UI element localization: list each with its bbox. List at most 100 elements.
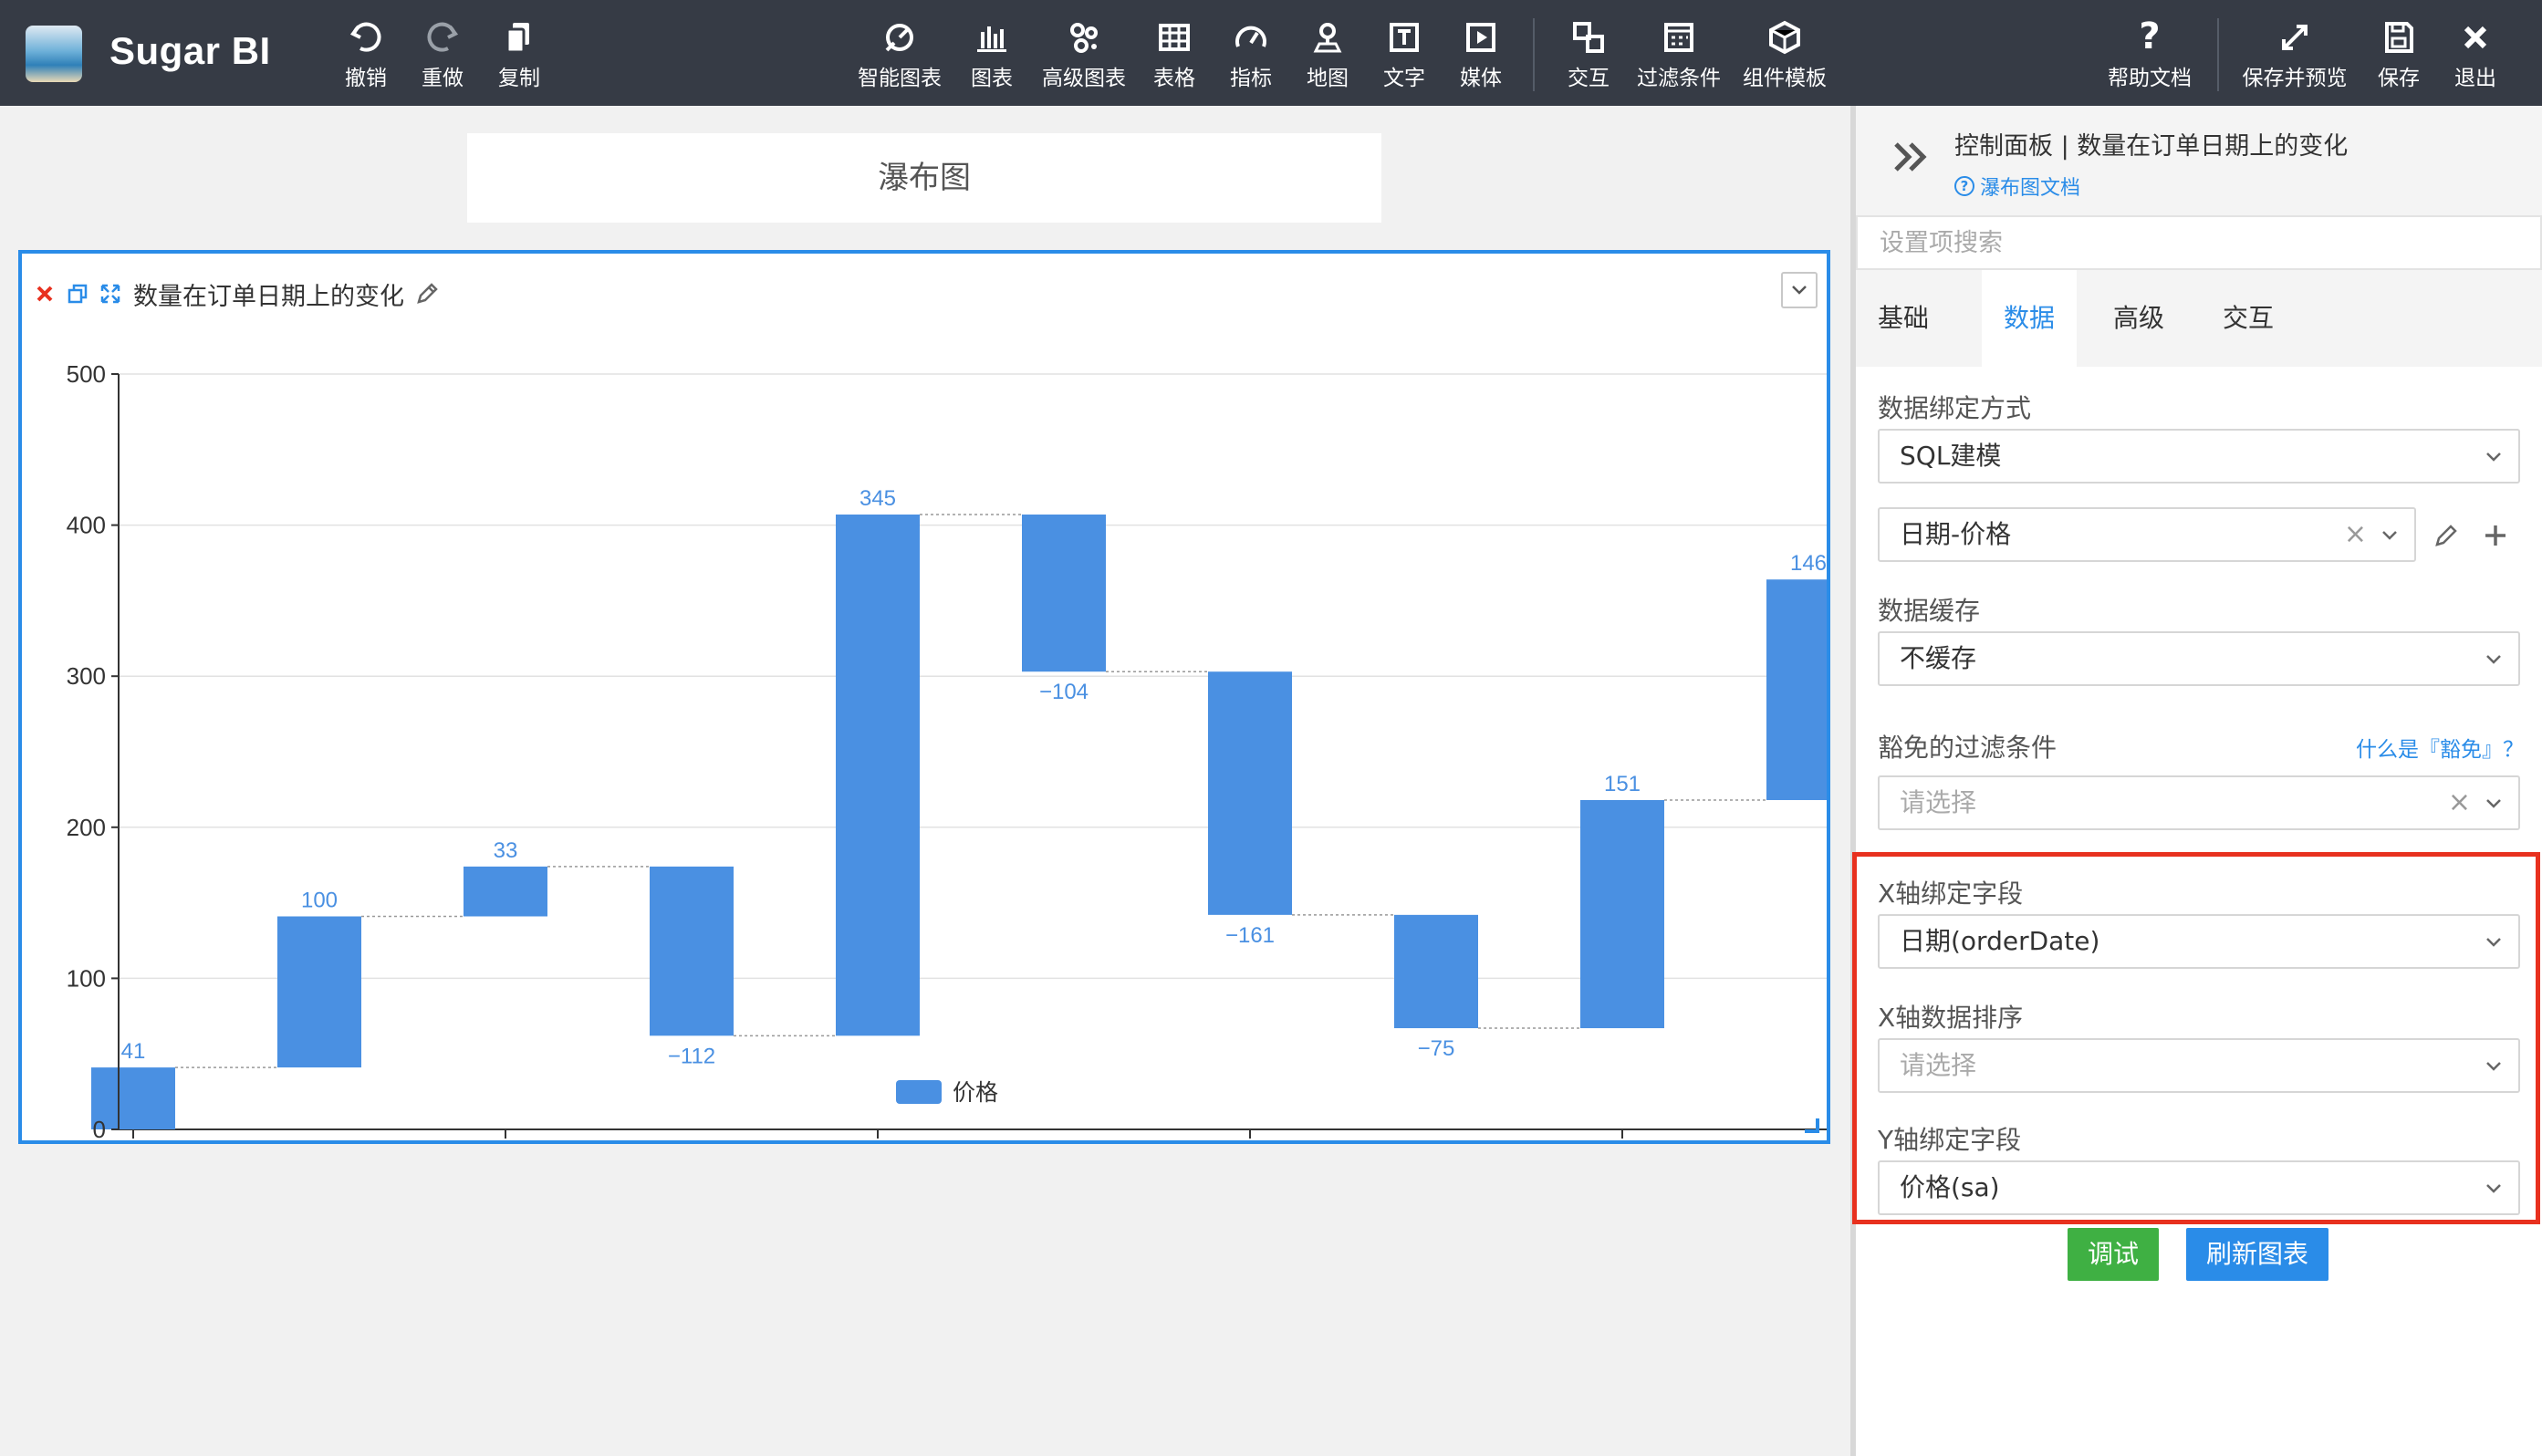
waterfall-bar	[836, 515, 920, 1036]
waterfall-bar	[1766, 579, 1827, 800]
data-label: 33	[494, 838, 518, 863]
x-field-label: X轴绑定字段	[1878, 879, 2024, 909]
waterfall-bar	[1580, 799, 1664, 1029]
y-tick-label: 0	[93, 1116, 106, 1140]
waterfall-chart: 4110033−112345−104−161−75151146364 01002…	[67, 360, 1827, 1140]
y-field-label: Y轴绑定字段	[1878, 1125, 2022, 1155]
advanced-chart-button[interactable]: 高级图表	[1033, 13, 1135, 97]
tab-advanced[interactable]: 高级	[2091, 270, 2186, 367]
waterfall-bar	[1208, 671, 1292, 915]
dataset-select[interactable]: 日期-价格 ×	[1878, 507, 2416, 562]
chevron-down-icon	[2486, 655, 2501, 664]
chevron-down-icon	[2382, 531, 2397, 540]
chevron-down-icon	[2486, 799, 2501, 808]
top-toolbar: Sugar BI 撤销 重做 复制 智能图表 图表 高级图表 表格 指标 地图 …	[0, 0, 2542, 106]
chevron-down-icon	[2486, 938, 2501, 947]
data-label: 345	[859, 486, 896, 511]
fullscreen-icon[interactable]	[97, 280, 124, 307]
cache-select[interactable]: 不缓存	[1878, 631, 2520, 686]
waterfall-bar	[650, 866, 734, 1036]
panel-title: 控制面板 | 数量在订单日期上的变化	[1954, 132, 2349, 161]
tab-data[interactable]: 数据	[1982, 270, 2078, 367]
panel-tabs: 基础 数据 高级 交互	[1856, 270, 2542, 367]
exempt-help-link[interactable]: 什么是『豁免』？	[2356, 732, 2524, 763]
smart-chart-icon	[849, 13, 951, 60]
chart-title: 数量在订单日期上的变化	[133, 282, 404, 311]
card-header: 数量在订单日期上的变化	[31, 276, 446, 312]
delete-icon[interactable]	[31, 280, 58, 307]
x-sort-select[interactable]: 请选择	[1878, 1038, 2520, 1093]
play-icon	[1431, 13, 1531, 60]
copy-button[interactable]: 复制	[469, 13, 569, 97]
title-card[interactable]: 瀑布图	[467, 133, 1381, 223]
pencil-icon[interactable]	[413, 280, 441, 307]
y-field-select[interactable]: 价格(sa)	[1878, 1160, 2520, 1215]
add-dataset-icon[interactable]	[2482, 522, 2509, 553]
cube-icon	[1734, 13, 1836, 60]
tab-interaction[interactable]: 交互	[2201, 270, 2296, 367]
interaction-button[interactable]: 交互	[1538, 13, 1639, 97]
data-label: −75	[1418, 1036, 1455, 1061]
x-sort-label: X轴数据排序	[1878, 1003, 2024, 1033]
smart-chart-button[interactable]: 智能图表	[849, 13, 951, 97]
exempt-filter-label: 豁免的过滤条件	[1878, 733, 2058, 763]
bar-chart-icon	[942, 13, 1042, 60]
chevron-down-icon	[1792, 286, 1807, 295]
refresh-chart-button[interactable]: 刷新图表	[2186, 1228, 2328, 1281]
data-label: 100	[301, 889, 338, 913]
chart-button[interactable]: 图表	[942, 13, 1042, 97]
resize-handle[interactable]	[1805, 1118, 1819, 1133]
double-chevron-right-icon[interactable]	[1892, 140, 1931, 177]
data-label: 146	[1790, 551, 1827, 576]
y-tick-label: 100	[67, 964, 106, 992]
save-preview-button[interactable]: 保存并预览	[2234, 13, 2356, 97]
binding-mode-select[interactable]: SQL建模	[1878, 429, 2520, 484]
copy-icon	[469, 13, 569, 60]
toolbar-divider	[2217, 18, 2219, 91]
data-label: 41	[121, 1039, 146, 1064]
duplicate-icon[interactable]	[64, 280, 91, 307]
settings-search-input[interactable]	[1856, 215, 2542, 270]
help-circle-icon: ?	[1954, 176, 1974, 196]
data-label: −104	[1039, 680, 1089, 704]
app-logo	[26, 26, 82, 82]
expand-icon	[2234, 13, 2356, 60]
waterfall-bar	[464, 866, 547, 917]
exempt-filter-select[interactable]: 请选择 ×	[1878, 775, 2520, 830]
waterfall-bar	[1022, 515, 1106, 672]
advanced-chart-icon	[1033, 13, 1135, 60]
y-tick-label: 300	[67, 662, 106, 690]
binding-mode-label: 数据绑定方式	[1878, 393, 2032, 423]
data-label: −112	[668, 1044, 715, 1068]
component-template-button[interactable]: 组件模板	[1734, 13, 1836, 97]
clear-icon[interactable]: ×	[2448, 777, 2471, 828]
y-tick-label: 200	[67, 814, 106, 841]
exit-button[interactable]: 退出	[2425, 13, 2526, 97]
chevron-down-icon	[2486, 452, 2501, 462]
panel-header: 控制面板 | 数量在订单日期上的变化 ? 瀑布图文档	[1856, 106, 2542, 215]
data-label: 151	[1604, 772, 1641, 796]
media-button[interactable]: 媒体	[1431, 13, 1531, 97]
x-field-select[interactable]: 日期(orderDate)	[1878, 914, 2520, 969]
filter-button[interactable]: 过滤条件	[1628, 13, 1730, 97]
toolbar-divider	[1533, 18, 1535, 91]
waterfall-bar	[277, 916, 361, 1068]
clear-icon[interactable]: ×	[2344, 509, 2367, 560]
chevron-down-icon	[2486, 1062, 2501, 1071]
chart-doc-link[interactable]: ? 瀑布图文档	[1954, 172, 2080, 201]
chart-card[interactable]: 4110033−112345−104−161−75151146364 01002…	[18, 250, 1830, 1144]
debug-button[interactable]: 调试	[2068, 1228, 2159, 1281]
card-menu-dropdown[interactable]	[1781, 272, 1818, 308]
waterfall-bar	[1394, 914, 1478, 1029]
help-doc-button[interactable]: ? 帮助文档	[2099, 13, 2201, 97]
y-tick-label: 500	[67, 360, 106, 388]
interaction-icon	[1538, 13, 1639, 60]
edit-dataset-icon[interactable]	[2433, 522, 2460, 553]
legend-label: 价格	[953, 1079, 998, 1106]
data-label: −161	[1225, 923, 1275, 948]
tab-basic[interactable]: 基础	[1856, 270, 1951, 367]
legend-swatch	[896, 1080, 942, 1104]
app-title: Sugar BI	[109, 29, 271, 72]
close-icon	[2425, 13, 2526, 60]
dashboard-canvas: 瀑布图 4110033−112345−104−161−75151146364 0…	[0, 106, 1850, 1456]
